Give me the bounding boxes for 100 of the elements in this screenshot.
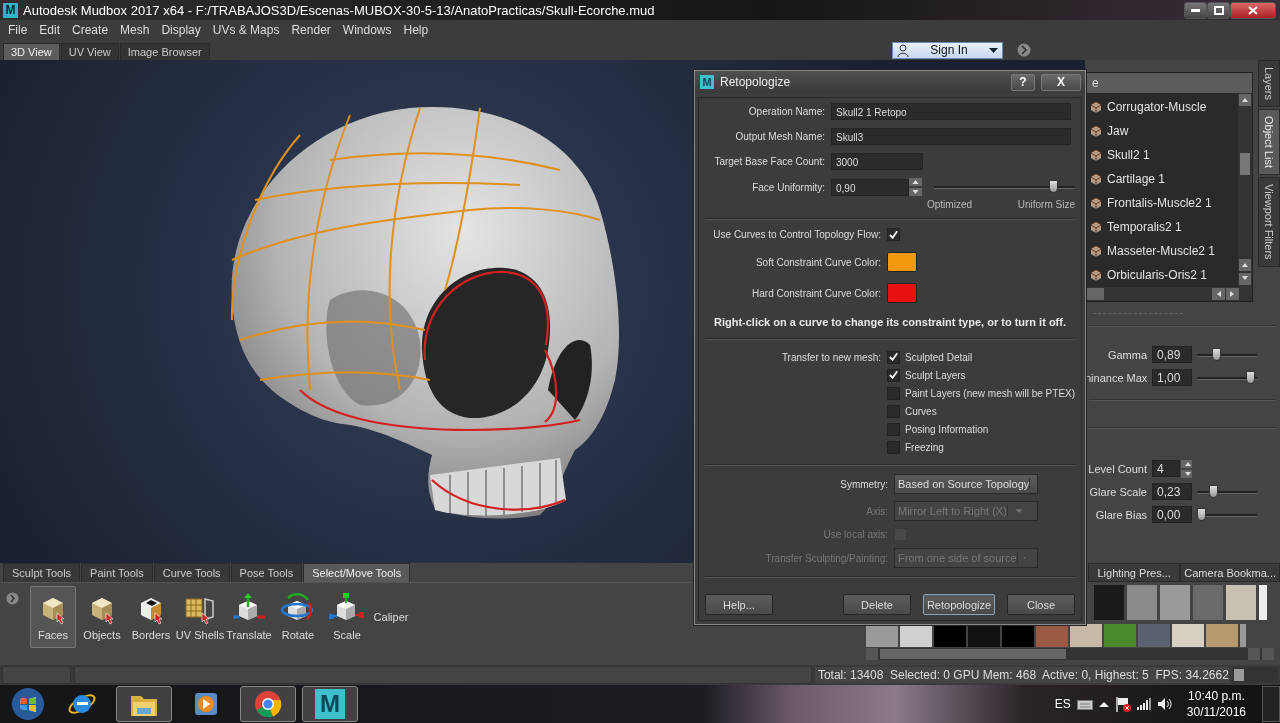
- side-tab[interactable]: Layers: [1258, 60, 1280, 108]
- view-tab[interactable]: Image Browser: [119, 43, 210, 60]
- menu-item[interactable]: File: [2, 20, 34, 40]
- speaker-icon[interactable]: [1156, 697, 1173, 711]
- tool-button[interactable]: Faces: [30, 586, 76, 648]
- arrow-circle-icon[interactable]: [6, 592, 19, 605]
- show-hidden-icons[interactable]: [1098, 701, 1109, 707]
- tool-button[interactable]: Scale: [324, 586, 370, 648]
- dropdown[interactable]: Based on Source Topology: [894, 474, 1038, 494]
- checkbox[interactable]: [887, 350, 900, 364]
- slider-thumb[interactable]: [1245, 370, 1255, 384]
- texture-thumbnail[interactable]: [1240, 624, 1246, 647]
- texture-thumbnail[interactable]: [934, 624, 966, 647]
- spin-buttons[interactable]: [1181, 459, 1192, 478]
- texture-thumbnail[interactable]: [1193, 585, 1223, 620]
- texture-thumbnail[interactable]: [1259, 585, 1267, 620]
- slider[interactable]: [1197, 507, 1257, 522]
- menu-item[interactable]: Display: [155, 20, 207, 40]
- texture-thumbnail[interactable]: [1127, 585, 1157, 620]
- checkbox[interactable]: [887, 404, 900, 418]
- library-tab[interactable]: Camera Bookma...: [1180, 563, 1280, 582]
- arrow-circle-icon[interactable]: [1017, 43, 1031, 57]
- tool-button[interactable]: UV Shells: [177, 586, 223, 648]
- value-field[interactable]: 0,89: [1152, 346, 1192, 363]
- close-button[interactable]: [1230, 1, 1276, 19]
- slider[interactable]: [1197, 370, 1257, 385]
- tool-button[interactable]: Objects: [79, 586, 125, 648]
- texture-thumbnail[interactable]: [968, 624, 1000, 647]
- menu-item[interactable]: Edit: [33, 20, 67, 40]
- side-tab[interactable]: Viewport Filters: [1258, 177, 1280, 267]
- color-swatch[interactable]: [887, 252, 917, 272]
- slider[interactable]: [1197, 347, 1257, 362]
- text-field[interactable]: 0,90: [831, 178, 909, 196]
- close-x-button[interactable]: X: [1041, 73, 1081, 91]
- horizontal-scrollbar[interactable]: [866, 648, 1274, 660]
- sign-in-dropdown[interactable]: Sign In: [892, 41, 1003, 59]
- texture-thumbnail[interactable]: [1138, 624, 1170, 647]
- menu-item[interactable]: Render: [285, 20, 337, 40]
- value-field[interactable]: 1,00: [1152, 369, 1192, 386]
- tool-button[interactable]: Rotate: [275, 586, 321, 648]
- texture-thumbnail[interactable]: [1094, 585, 1124, 620]
- texture-thumbnail[interactable]: [1160, 585, 1190, 620]
- menu-item[interactable]: Mesh: [114, 20, 156, 40]
- keyboard-icon[interactable]: [1076, 698, 1093, 710]
- view-tab[interactable]: UV View: [60, 43, 119, 60]
- clock-time[interactable]: 10:40 p.m.: [1188, 688, 1245, 704]
- tool-button[interactable]: Borders: [128, 586, 174, 648]
- library-tab[interactable]: Lighting Pres...: [1088, 563, 1181, 582]
- dialog-button[interactable]: Delete: [843, 594, 911, 615]
- texture-thumbnail[interactable]: [1172, 624, 1204, 647]
- texture-thumbnail[interactable]: [1206, 624, 1238, 647]
- tool-button[interactable]: Translate: [226, 586, 272, 648]
- texture-thumbnail[interactable]: [1036, 624, 1068, 647]
- tool-tab[interactable]: Curve Tools: [153, 563, 230, 582]
- checkbox[interactable]: [887, 368, 900, 382]
- slider[interactable]: [934, 180, 1075, 194]
- text-field[interactable]: Skull3: [831, 128, 1071, 145]
- text-field[interactable]: Skull2 1 Retopo: [831, 103, 1071, 120]
- texture-thumbnail[interactable]: [1104, 624, 1136, 647]
- spin-buttons[interactable]: [909, 178, 922, 196]
- checkbox[interactable]: [887, 440, 900, 454]
- taskbar-app[interactable]: M: [302, 686, 358, 722]
- menu-item[interactable]: Windows: [336, 20, 398, 40]
- slider-thumb[interactable]: [1209, 484, 1218, 498]
- taskbar-app[interactable]: [116, 686, 172, 722]
- texture-thumbnail[interactable]: [1226, 585, 1256, 620]
- checkbox[interactable]: [887, 386, 900, 400]
- value-field[interactable]: 0,00: [1152, 506, 1192, 523]
- maximize-button[interactable]: [1207, 1, 1230, 19]
- side-tab[interactable]: Object List: [1258, 109, 1280, 175]
- signal-icon[interactable]: [1136, 698, 1151, 710]
- tool-tab[interactable]: Select/Move Tools: [303, 563, 411, 582]
- minimize-button[interactable]: [1184, 1, 1207, 19]
- tool-tab[interactable]: Sculpt Tools: [3, 563, 81, 582]
- clock-date[interactable]: 30/11/2016: [1186, 704, 1246, 720]
- tool-tab[interactable]: Paint Tools: [81, 563, 153, 582]
- language-indicator[interactable]: ES: [1054, 697, 1071, 711]
- color-swatch[interactable]: [887, 283, 917, 303]
- value-field[interactable]: 0,23: [1152, 483, 1192, 500]
- texture-thumbnail[interactable]: [900, 624, 932, 647]
- tool-button[interactable]: Caliper: [373, 586, 409, 648]
- help-button[interactable]: ?: [1011, 73, 1035, 91]
- dialog-button[interactable]: Retopologize: [923, 594, 995, 615]
- checkbox[interactable]: [887, 228, 900, 241]
- dialog-button[interactable]: Close: [1007, 594, 1075, 615]
- slider[interactable]: [1197, 484, 1257, 499]
- menu-item[interactable]: Create: [66, 20, 115, 40]
- horizontal-scrollbar[interactable]: [1086, 287, 1252, 301]
- vertical-scrollbar[interactable]: [1238, 93, 1252, 287]
- texture-thumbnail[interactable]: [1070, 624, 1102, 647]
- slider-thumb[interactable]: [1212, 347, 1221, 361]
- view-tab[interactable]: 3D View: [3, 43, 60, 60]
- object-list[interactable]: e Corrugator-Muscle Jaw Skull2 1 Cartilage 1 Frontalis-Muscle2 1 Temporalis2 1 Masseter-Muscle2 1 Orbicularis-Oris2 1: [1085, 72, 1253, 302]
- text-field[interactable]: 3000: [831, 153, 923, 170]
- menu-item[interactable]: Help: [397, 20, 435, 40]
- panel-scrollbar[interactable]: [1231, 667, 1278, 683]
- flag-icon[interactable]: [1114, 696, 1131, 712]
- taskbar-app[interactable]: [240, 686, 296, 722]
- menu-item[interactable]: UVs & Maps: [206, 20, 286, 40]
- texture-thumbnail[interactable]: [1002, 624, 1034, 647]
